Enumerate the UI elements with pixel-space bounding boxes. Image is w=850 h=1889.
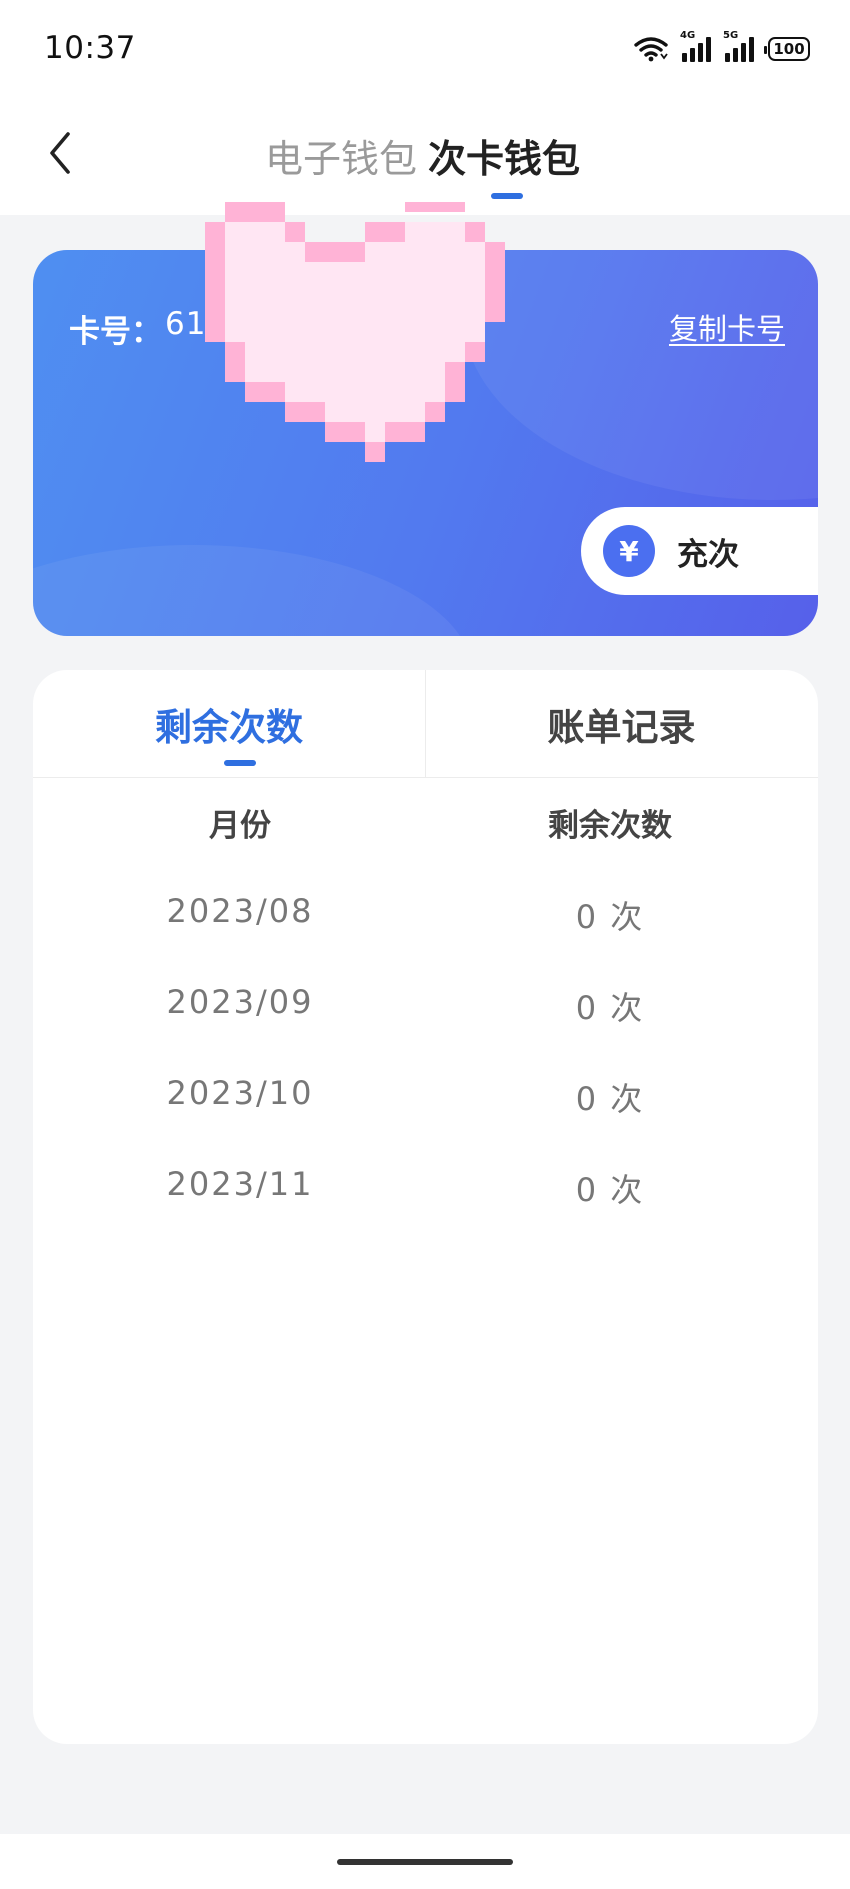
remaining-cell: 0 次 — [575, 1080, 645, 1118]
active-tab-underline — [491, 193, 523, 199]
tab-count-card-wallet[interactable]: 次卡钱包 — [428, 128, 580, 183]
yuan-icon: ¥ — [603, 525, 655, 577]
signal-4g-icon: 4G — [680, 30, 711, 62]
chevron-left-icon — [50, 132, 70, 174]
recharge-button[interactable]: ¥ 充次 — [581, 507, 818, 595]
top-bar: 10:37 4G 5G 100 电子钱包 次卡钱包 — [0, 0, 850, 215]
status-time: 10:37 — [44, 30, 136, 66]
tab-e-wallet[interactable]: 电子钱包 — [265, 128, 417, 183]
status-icons: 4G 5G 100 — [634, 30, 810, 64]
month-cell: 2023/11 — [166, 1165, 314, 1203]
home-indicator[interactable] — [337, 1859, 513, 1865]
table-row: 2023/11 0 次 — [33, 1165, 818, 1225]
heart-sticker-icon — [205, 192, 525, 502]
signal-5g-icon: 5G — [723, 30, 754, 62]
remaining-cell: 0 次 — [575, 989, 645, 1027]
table-row: 2023/08 0 次 — [33, 892, 818, 952]
card-number-value: 61 — [165, 306, 207, 342]
month-cell: 2023/08 — [166, 892, 314, 930]
table-row: 2023/09 0 次 — [33, 983, 818, 1043]
month-cell: 2023/09 — [166, 983, 314, 1021]
column-header-remaining: 剩余次数 — [548, 808, 672, 844]
month-cell: 2023/10 — [166, 1074, 314, 1112]
records-panel: 剩余次数 账单记录 月份 剩余次数 2023/08 0 次 2023/09 0 … — [33, 670, 818, 1744]
card-number-label: 卡号： — [69, 314, 162, 350]
copy-card-number-link[interactable]: 复制卡号 — [669, 306, 785, 348]
table-row: 2023/10 0 次 — [33, 1074, 818, 1134]
tab-bill-records[interactable]: 账单记录 — [425, 670, 817, 778]
remaining-cell: 0 次 — [575, 1171, 645, 1209]
panel-tab-indicator — [224, 760, 256, 766]
recharge-label: 充次 — [677, 536, 739, 573]
wifi-icon — [634, 37, 668, 62]
back-button[interactable] — [42, 128, 78, 178]
panel-tabs: 剩余次数 账单记录 — [33, 670, 818, 778]
battery-icon: 100 — [764, 37, 810, 61]
column-header-month: 月份 — [209, 808, 271, 844]
remaining-cell: 0 次 — [575, 898, 645, 936]
